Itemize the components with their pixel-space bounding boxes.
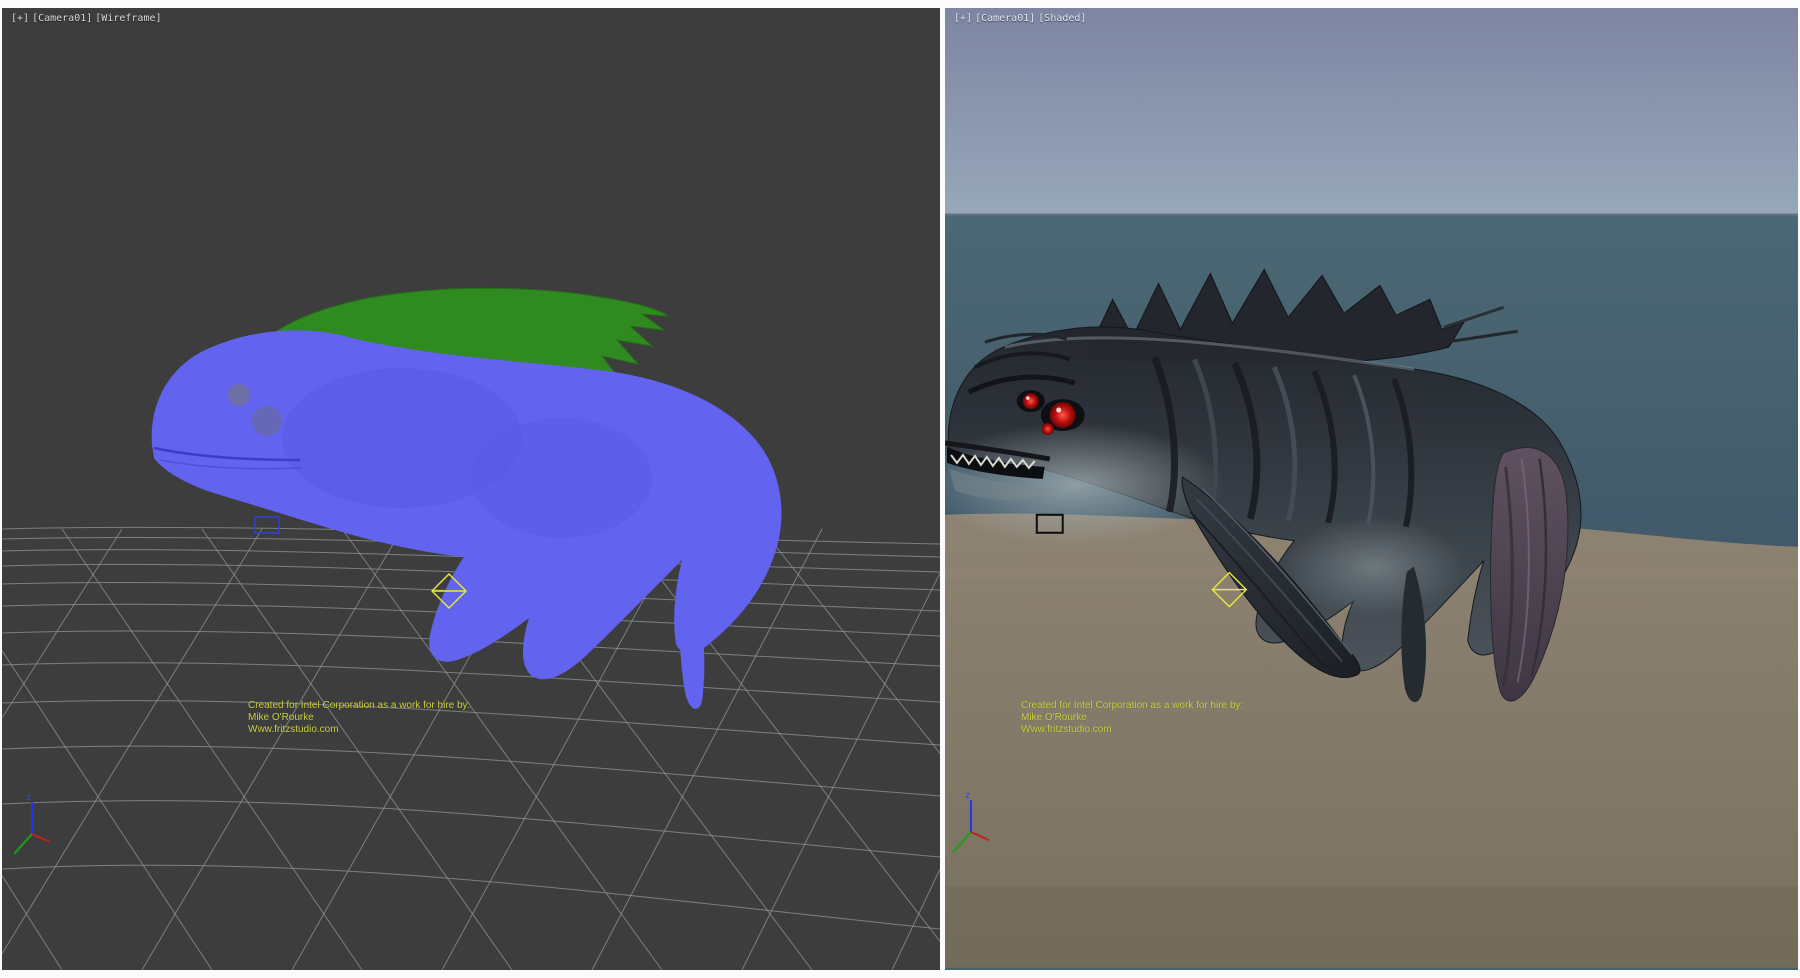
fish-model-wireframe[interactable] — [152, 330, 782, 709]
viewport-expand-button[interactable]: [+] — [953, 13, 973, 25]
belly-highlight — [1284, 517, 1464, 617]
viewport-shaded[interactable]: [+] [Camera01] [Shaded] — [945, 8, 1798, 970]
viewport-camera-menu[interactable]: [Camera01] — [31, 13, 93, 25]
z-axis-label: z — [965, 791, 970, 801]
viewport-wireframe[interactable]: [+] [Camera01] [Wireframe] — [2, 8, 940, 970]
fish-eye — [228, 384, 250, 406]
horizon-line — [945, 214, 1798, 216]
watermark-text: Created for Intel Corporation as a work … — [1021, 700, 1243, 735]
selection-rect-gizmo[interactable] — [255, 517, 279, 533]
wireframe-canvas[interactable]: z — [2, 8, 940, 970]
eye — [1023, 393, 1039, 409]
app-window: [+] [Camera01] [Wireframe] — [0, 0, 1800, 978]
viewport-shading-menu[interactable]: [Wireframe] — [94, 13, 162, 25]
viewport-label-left: [+] [Camera01] [Wireframe] — [10, 13, 163, 25]
sky — [945, 8, 1798, 216]
z-axis-label: z — [26, 793, 31, 803]
viewport-camera-menu[interactable]: [Camera01] — [974, 13, 1036, 25]
body-shading — [472, 418, 652, 538]
eye — [1050, 402, 1076, 428]
ground-band — [945, 886, 1798, 968]
fish-eye — [252, 406, 282, 436]
eye — [1042, 423, 1054, 435]
viewport-expand-button[interactable]: [+] — [10, 13, 30, 25]
shaded-canvas[interactable]: z — [945, 8, 1798, 968]
viewport-shading-menu[interactable]: [Shaded] — [1037, 13, 1087, 25]
viewport-label-right: [+] [Camera01] [Shaded] — [953, 13, 1087, 25]
watermark-text: Created for Intel Corporation as a work … — [248, 700, 470, 735]
